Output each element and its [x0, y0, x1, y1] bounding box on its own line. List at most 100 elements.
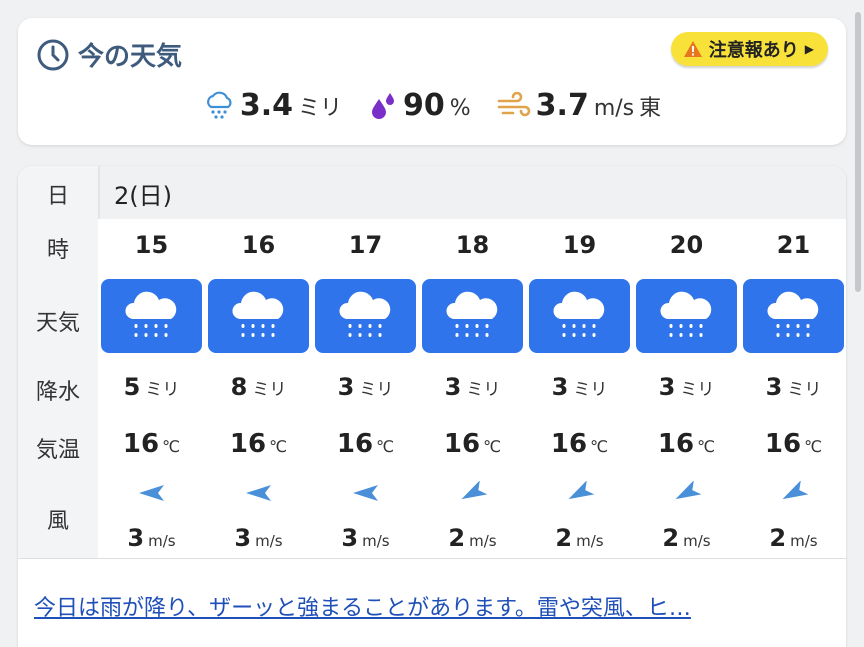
label-weather: 天気: [35, 311, 80, 336]
wind-cell: 2 m/s: [740, 524, 846, 552]
date-header: 2(日): [98, 166, 846, 219]
current-precip-value: 3.4: [239, 88, 293, 123]
hour-column: 18 3 ミリ 16 ℃ 2 m/s: [419, 219, 526, 558]
hourly-forecast-card: 日 時 天気 降水 気温 風 2(日) 15 5 ミリ 16 ℃ 3 m/s 1…: [18, 166, 846, 647]
wind-direction-arrow-icon: [782, 481, 808, 500]
temp-unit: ℃: [376, 437, 395, 456]
precip-value: 3: [337, 373, 355, 401]
weather-tile: [422, 279, 523, 353]
row-label-column: 日 時 天気 降水 気温 風: [18, 166, 98, 558]
label-date: 日: [46, 184, 69, 209]
wind-icon: [497, 91, 530, 116]
chevron-right-icon: ▶: [804, 42, 814, 56]
wind-cell: 2 m/s: [633, 524, 740, 552]
precip-unit: ミリ: [573, 380, 608, 400]
rain-icon: [231, 291, 283, 337]
temp-unit: ℃: [483, 437, 502, 456]
temp-cell: 16 ℃: [419, 429, 526, 459]
weather-tile: [743, 279, 844, 353]
wind-direction-arrow-icon: [245, 485, 271, 501]
temp-unit: ℃: [697, 437, 716, 456]
temp-unit: ℃: [804, 437, 823, 456]
temp-unit: ℃: [269, 437, 288, 456]
wind-arrow-cell: [419, 481, 526, 505]
divider: [18, 558, 846, 559]
temp-value: 16: [657, 429, 695, 459]
wind-cell: 3 m/s: [98, 524, 205, 552]
scrollbar[interactable]: [855, 12, 861, 292]
current-wind-direction: 東: [639, 96, 662, 121]
temp-unit: ℃: [590, 437, 609, 456]
current-weather-card: 今の天気 注意報あり ▶ 3.4 ミリ 90 % 3.7 m/s 東: [18, 18, 846, 145]
rain-cloud-icon: [206, 91, 232, 119]
hour-value: 21: [776, 231, 811, 259]
wind-speed: 3: [341, 524, 359, 552]
wind-speed: 3: [127, 524, 145, 552]
label-temp: 気温: [35, 438, 80, 463]
wind-unit: m/s: [362, 532, 390, 550]
temp-cell: 16 ℃: [98, 429, 205, 459]
temp-value: 16: [336, 429, 374, 459]
weather-tile: [208, 279, 309, 353]
wind-arrow-cell: [740, 481, 846, 505]
precip-unit: ミリ: [252, 380, 287, 400]
label-hour: 時: [46, 238, 69, 263]
wind-direction-arrow-icon: [568, 481, 594, 500]
wind-unit: m/s: [148, 532, 176, 550]
current-wind: 3.7 m/s 東: [497, 88, 661, 123]
label-precip: 降水: [35, 380, 80, 405]
wind-direction-arrow-icon: [352, 485, 378, 501]
rain-icon: [445, 291, 497, 337]
precip-value: 8: [230, 373, 248, 401]
precip-cell: 5 ミリ: [98, 373, 205, 401]
alert-badge-button[interactable]: 注意報あり ▶: [670, 32, 828, 66]
hour-column: 15 5 ミリ 16 ℃ 3 m/s: [98, 219, 205, 558]
current-humidity-value: 90: [403, 88, 445, 123]
current-weather-title: 今の天気: [78, 42, 183, 72]
temp-value: 16: [229, 429, 267, 459]
wind-speed: 2: [769, 524, 787, 552]
wind-unit: m/s: [469, 532, 497, 550]
wind-arrow-cell: [526, 481, 633, 505]
wind-cell: 2 m/s: [526, 524, 633, 552]
wind-speed: 3: [234, 524, 252, 552]
current-weather-header: 今の天気: [36, 36, 182, 73]
temp-cell: 16 ℃: [633, 429, 740, 459]
precip-cell: 3 ミリ: [526, 373, 633, 401]
rain-icon: [338, 291, 390, 337]
wind-speed: 2: [448, 524, 466, 552]
precip-unit: ミリ: [787, 380, 822, 400]
wind-speed: 2: [662, 524, 680, 552]
temp-value: 16: [443, 429, 481, 459]
hour-column: 20 3 ミリ 16 ℃ 2 m/s: [633, 219, 740, 558]
precip-value: 3: [444, 373, 462, 401]
weather-tile: [101, 279, 202, 353]
precip-cell: 3 ミリ: [312, 373, 419, 401]
temp-value: 16: [764, 429, 802, 459]
precip-unit: ミリ: [145, 380, 180, 400]
hour-value: 16: [241, 231, 276, 259]
precip-cell: 8 ミリ: [205, 373, 312, 401]
hour-value: 20: [669, 231, 704, 259]
temp-unit: ℃: [162, 437, 181, 456]
hour-value: 19: [562, 231, 597, 259]
rain-icon: [659, 291, 711, 337]
wind-unit: m/s: [683, 532, 711, 550]
current-precip: 3.4 ミリ: [203, 88, 342, 123]
humidity-drops-icon: [372, 92, 395, 119]
wind-direction-arrow-icon: [461, 481, 487, 500]
precip-value: 3: [658, 373, 676, 401]
hour-value: 15: [134, 231, 169, 259]
rain-icon: [766, 291, 818, 337]
wind-arrow-cell: [312, 481, 419, 505]
hour-value: 17: [348, 231, 383, 259]
weather-tile: [636, 279, 737, 353]
temp-value: 16: [122, 429, 160, 459]
current-wind-unit: m/s: [593, 96, 635, 121]
hour-value: 18: [455, 231, 490, 259]
rain-icon: [552, 291, 604, 337]
temp-cell: 16 ℃: [526, 429, 633, 459]
forecast-comment-link[interactable]: 今日は雨が降り、ザーッと強まることがあります。雷や突風、ヒ…: [34, 590, 691, 622]
precip-unit: ミリ: [466, 380, 501, 400]
wind-cell: 2 m/s: [419, 524, 526, 552]
